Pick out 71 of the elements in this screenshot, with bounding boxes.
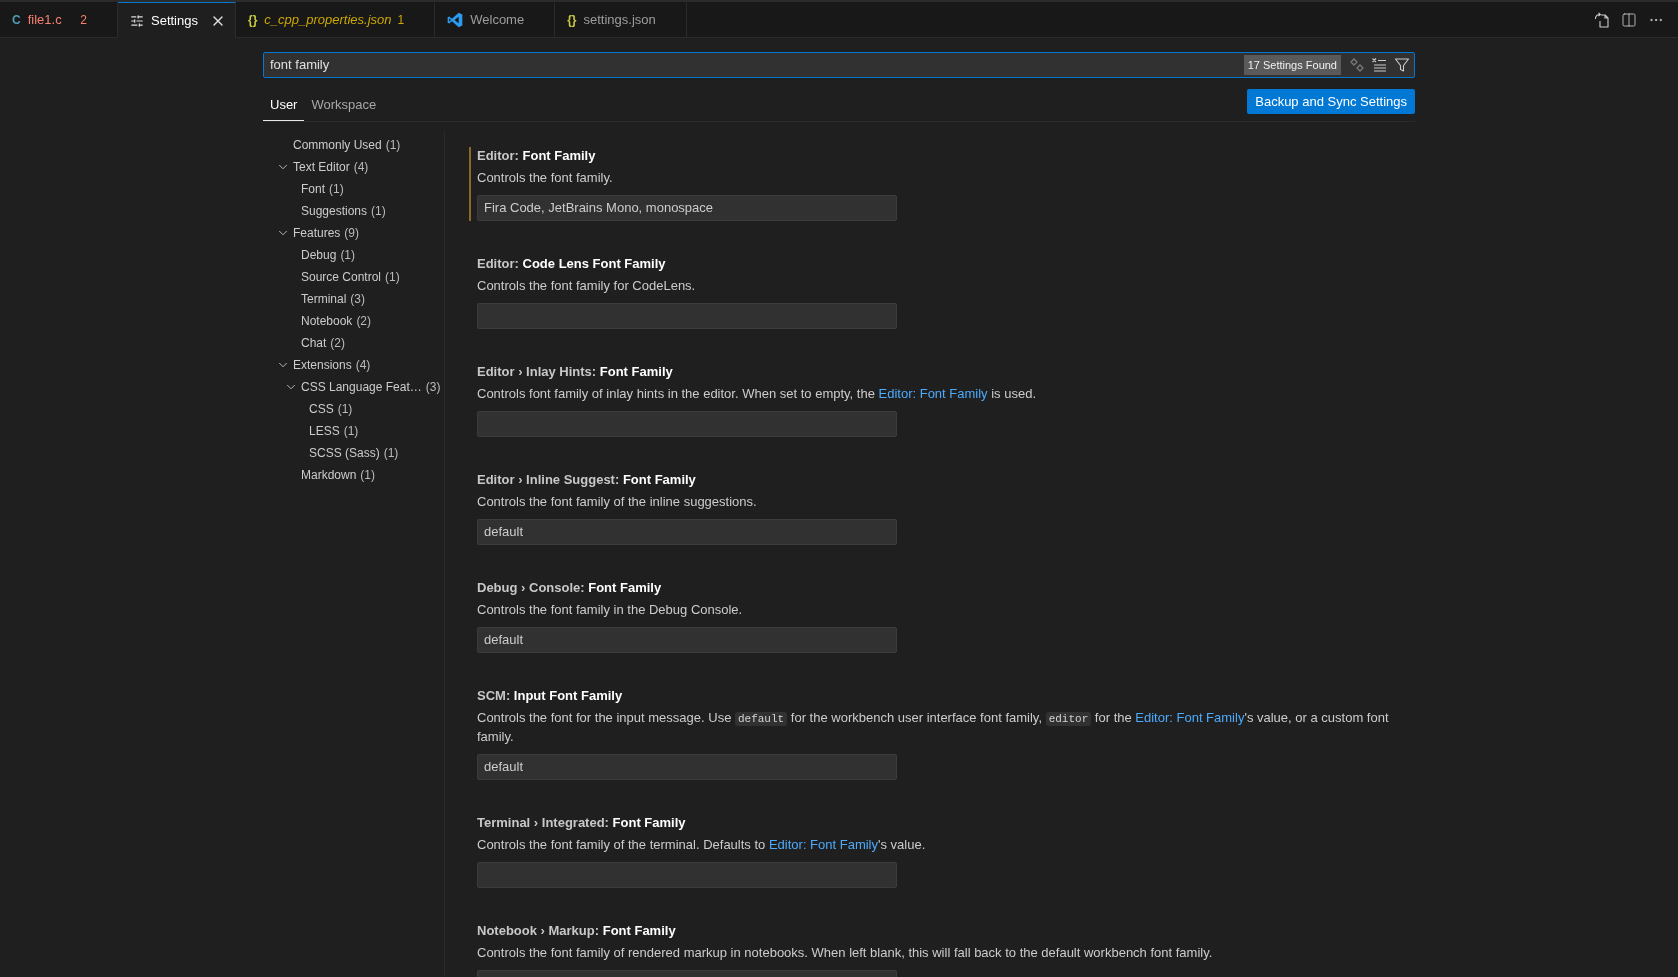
setting-title: Editor › Inline Suggest: Font Family <box>477 471 697 489</box>
setting-description: Controls the font family in the Debug Console. <box>477 601 744 619</box>
split-editor-icon[interactable] <box>1621 11 1637 28</box>
logo-icon <box>447 12 464 28</box>
toc-item[interactable]: Commonly Used (1) <box>263 134 444 156</box>
settings-link[interactable]: Editor: Font Family <box>1135 710 1245 725</box>
search-field[interactable]: font family 17 Settings Found <box>263 52 1415 78</box>
tab-label: Settings <box>151 11 198 30</box>
setting-title: SCM: Input Font Family <box>477 687 624 705</box>
toc-item[interactable]: Notebook (2) <box>263 310 444 332</box>
file-type-icon: {} <box>567 14 577 26</box>
toc-item[interactable]: Chat (2) <box>263 332 444 354</box>
setting-description: Controls font family of inlay hints in the editor. When set to empty, the Editor: Font Family is used. <box>477 385 1038 403</box>
setting-title: Editor › Inlay Hints: Font Family <box>477 363 674 381</box>
settings-link[interactable]: Editor: Font Family <box>878 386 988 401</box>
editor-tab[interactable]: {} c_cpp_properties.json 1 <box>236 2 436 38</box>
setting-description: Controls the font family for CodeLens. <box>477 277 697 295</box>
toc-item[interactable]: CSS Language Feat… (3) <box>263 376 444 398</box>
setting-description: Controls the font family of rendered markup in notebooks. When left blank, this will fall back to the default workbench font family. <box>477 944 1214 962</box>
setting-title: Terminal › Integrated: Font Family <box>477 814 687 832</box>
text-field[interactable]: default <box>477 754 897 780</box>
text-field[interactable]: default <box>477 519 897 545</box>
setting-title: Notebook › Markup: Font Family <box>477 922 677 940</box>
toc-item[interactable]: CSS (1) <box>263 398 444 420</box>
toc-item[interactable]: Features (9) <box>263 222 444 244</box>
toc-item[interactable]: Source Control (1) <box>263 266 444 288</box>
setting-title: Debug › Console: Font Family <box>477 579 663 597</box>
toc-item[interactable]: Text Editor (4) <box>263 156 444 178</box>
sync-settings-button[interactable]: Backup and Sync Settings <box>1247 89 1415 114</box>
text-field[interactable]: default <box>477 627 897 653</box>
toc-item[interactable]: LESS (1) <box>263 420 444 442</box>
problem-count: 1 <box>396 12 405 29</box>
file-type-icon: C <box>12 14 21 26</box>
problem-count: 2 <box>79 12 87 29</box>
toc-item[interactable]: Markdown (1) <box>263 464 444 486</box>
toc-item[interactable]: Font (1) <box>263 178 444 200</box>
setting-title: Editor: Font Family <box>477 147 597 165</box>
text-field[interactable] <box>477 303 897 329</box>
result-count: 17 Settings Found <box>1243 55 1341 75</box>
toc-item[interactable]: Extensions (4) <box>263 354 444 376</box>
inline-code: editor <box>1045 712 1092 726</box>
editor-tab[interactable]: Settings <box>118 2 236 38</box>
inline-code: default <box>734 712 788 726</box>
tab-label: c_cpp_properties.json <box>264 11 392 30</box>
text-field[interactable]: Fira Code, JetBrains Mono, monospace <box>477 195 897 221</box>
tab-label: settings.json <box>583 11 656 30</box>
diamonds-icon[interactable] <box>1350 58 1364 72</box>
scope-tab[interactable]: Workspace <box>304 87 384 121</box>
toc-item[interactable]: Debug (1) <box>263 244 444 266</box>
text-field[interactable] <box>477 862 897 888</box>
toc-item[interactable]: Suggestions (1) <box>263 200 444 222</box>
editor-tab[interactable]: {} settings.json <box>555 2 687 38</box>
tab-label: Welcome <box>470 11 525 30</box>
settings-link[interactable]: Editor: Font Family <box>768 837 878 852</box>
setting-description: Controls the font family. <box>477 169 614 187</box>
sliders-icon <box>130 13 144 28</box>
setting-description: Controls the font family of the inline suggestions. <box>477 493 758 511</box>
toc-item[interactable]: Terminal (3) <box>263 288 444 310</box>
filter-icon[interactable] <box>1394 57 1410 73</box>
setting-description: Controls the font family of the terminal. Defaults to Editor: Font Family's value. <box>477 836 927 854</box>
file-arrow-icon[interactable] <box>1594 11 1610 28</box>
editor-tab[interactable]: C file1.c 2 <box>0 2 118 38</box>
setting-description: Controls the font for the input message. Use default for the workbench user interface font family, editor for the Editor: Font Family's value, or a custom font family. <box>477 709 1390 746</box>
setting-title: Editor: Code Lens Font Family <box>477 255 667 273</box>
text-field[interactable] <box>477 411 897 437</box>
file-type-icon: {} <box>248 14 258 26</box>
editor-tab[interactable]: Welcome <box>435 2 556 38</box>
clear-list-icon[interactable] <box>1371 57 1387 73</box>
toc-item[interactable]: SCSS (Sass) (1) <box>263 442 444 464</box>
tab-label: file1.c <box>27 11 62 30</box>
scope-tab[interactable]: User <box>263 87 305 121</box>
